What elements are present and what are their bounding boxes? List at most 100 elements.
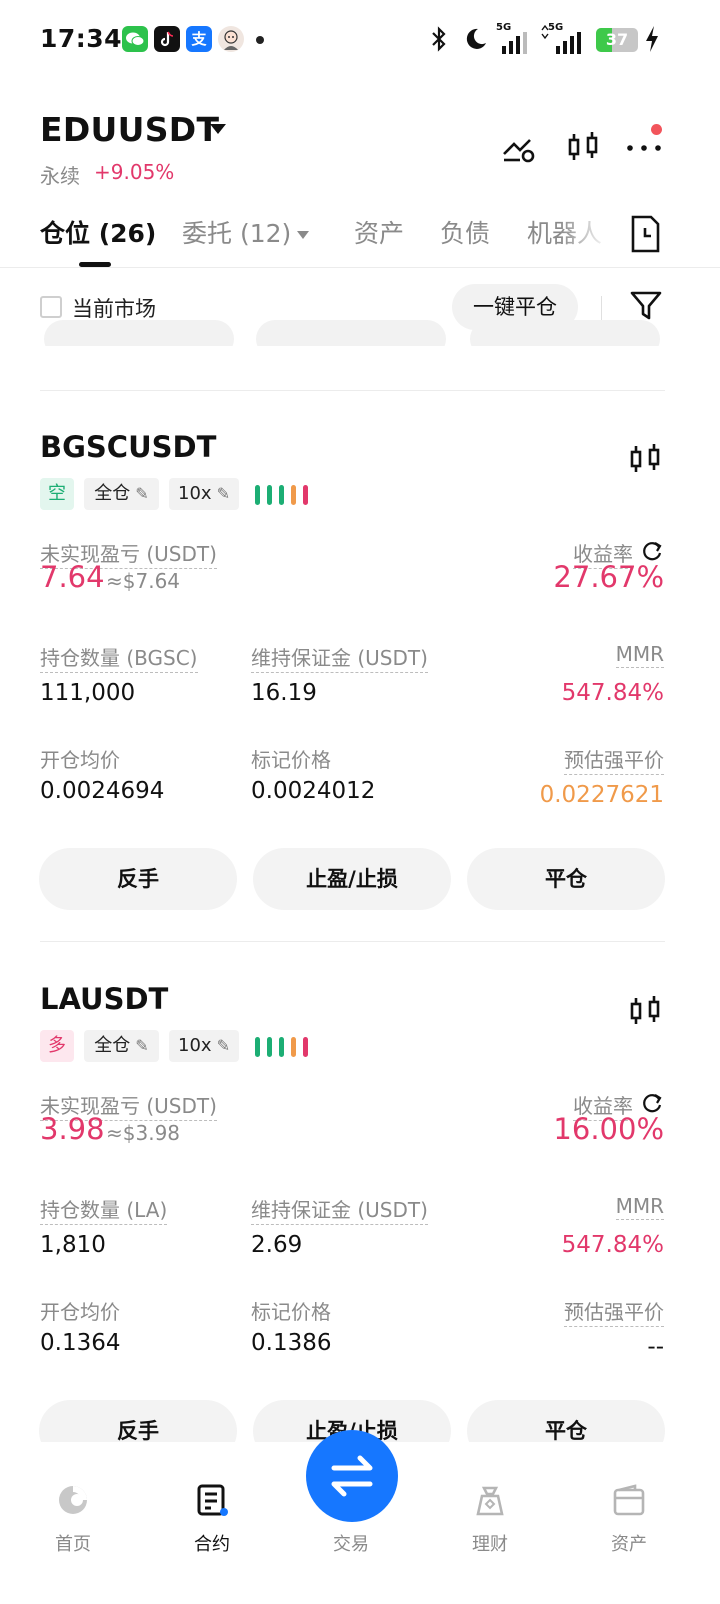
wallet-icon [613,1484,645,1516]
tab-assets[interactable]: 资产 [354,214,404,250]
tpsl-button[interactable]: 止盈/止损 [253,848,451,910]
liq-price-value: 0.0227621 [539,782,664,808]
charging-icon [646,26,658,52]
pnl-value: 7.64 [40,560,105,594]
status-time: 17:34 [40,24,123,53]
share-icon[interactable] [642,1092,664,1114]
roe-value: 27.67% [553,560,664,594]
earn-icon [476,1486,504,1516]
contract-icon [197,1484,228,1516]
risk-bar [267,485,272,505]
liq-price-label[interactable]: 预估强平价 [564,1296,664,1327]
pair-title[interactable]: EDUUSDT [40,110,219,149]
risk-bar [255,485,260,505]
liq-price-label[interactable]: 预估强平价 [564,744,664,775]
leverage-badge[interactable]: 10x ✎ [169,1030,239,1062]
risk-bar [267,1037,272,1057]
trend-settings-icon[interactable] [500,128,540,168]
qty-label[interactable]: 持仓数量 (LA) [40,1194,168,1225]
tab-bar: 仓位 (26) 委托 (12) 资产 负债 机器人 [0,210,720,268]
notification-badge [651,124,662,135]
card-divider [40,390,665,391]
position-card: LAUSDT 多 全仓 ✎ 10x ✎ 未实现盈亏 (USDT) 3.98 ≈$3.… [0,982,720,1482]
mark-price-label: 标记价格 [251,748,331,772]
leverage-badge[interactable]: 10x ✎ [169,478,239,510]
margin-label[interactable]: 维持保证金 (USDT) [251,642,428,673]
margin-mode-badge[interactable]: 全仓 ✎ [84,1030,159,1062]
nav-trade-label: 交易 [333,1534,369,1555]
nav-assets[interactable]: 资产 [589,1482,669,1556]
position-symbol[interactable]: BGSCUSDT [40,430,216,464]
edit-icon: ✎ [216,484,230,503]
moon-icon [466,28,486,49]
margin-label[interactable]: 维持保证金 (USDT) [251,1194,428,1225]
reverse-button[interactable]: 反手 [39,848,237,910]
risk-bar [255,1037,260,1057]
risk-bar [291,1037,296,1057]
bluetooth-icon [432,26,446,52]
pnl-value: 3.98 [40,1112,105,1146]
mmr-value: 547.84% [561,680,664,706]
nav-contract[interactable]: 合约 [172,1482,252,1556]
history-icon[interactable] [628,214,662,254]
tab-fade [560,210,620,264]
candlestick-chart-icon[interactable] [626,992,666,1032]
position-card: BGSCUSDT 空 全仓 ✎ 10x ✎ 未实现盈亏 (USDT) 7.64 ≈$… [0,430,720,930]
edit-icon: ✎ [135,484,149,503]
entry-price-value: 0.0024694 [40,778,165,804]
divider [601,296,602,320]
current-market-checkbox[interactable] [40,296,62,318]
mmr-label[interactable]: MMR [615,1194,664,1220]
mmr-value: 547.84% [561,1232,664,1258]
candlestick-chart-icon[interactable] [564,128,604,168]
margin-mode-badge[interactable]: 全仓 ✎ [84,478,159,510]
battery-indicator: 37 [596,28,638,52]
entry-price-value: 0.1364 [40,1330,121,1356]
chevron-down-icon [297,231,310,239]
tab-liabilities[interactable]: 负债 [440,214,490,250]
risk-bar [291,485,296,505]
position-symbol[interactable]: LAUSDT [40,982,168,1016]
contract-type: 永续 [40,164,80,188]
signal-2: 5G [540,22,586,54]
risk-bar [303,1037,308,1057]
mark-price-value: 0.1386 [251,1330,332,1356]
battery-level: 37 [605,30,629,49]
alipay-icon: 支 [186,26,212,52]
pair-dropdown-caret[interactable] [210,124,226,134]
tab-positions[interactable]: 仓位 (26) [40,214,156,250]
nav-earn[interactable]: 理财 [450,1482,530,1556]
mmr-label[interactable]: MMR [615,642,664,668]
pnl-usd: ≈$7.64 [106,569,181,593]
home-icon [59,1486,87,1514]
active-tab-indicator [79,262,111,267]
price-change: +9.05% [94,160,175,184]
edit-icon: ✎ [216,1036,230,1055]
filter-icon[interactable] [628,288,664,324]
qty-label[interactable]: 持仓数量 (BGSC) [40,642,198,673]
avatar-icon [218,26,244,52]
tab-orders[interactable]: 委托 (12) [182,214,310,250]
side-badge: 空 [40,478,74,510]
tiktok-icon [154,26,180,52]
risk-bar [303,485,308,505]
liq-price-value: -- [647,1334,664,1360]
mark-price-value: 0.0024012 [251,778,376,804]
margin-value: 2.69 [251,1232,303,1258]
candlestick-chart-icon[interactable] [626,440,666,480]
entry-price-label: 开仓均价 [40,1300,120,1324]
risk-bar [279,485,284,505]
card-divider [40,941,665,942]
current-market-label: 当前市场 [72,297,156,321]
mark-price-label: 标记价格 [251,1300,331,1324]
pnl-usd: ≈$3.98 [106,1121,181,1145]
status-bar: 17:34 支 5G 5G 37 [0,0,720,84]
edit-icon: ✎ [135,1036,149,1055]
share-icon[interactable] [642,540,664,562]
qty-value: 111,000 [40,680,136,706]
close-position-button[interactable]: 平仓 [467,848,665,910]
nav-home[interactable]: 首页 [33,1482,113,1556]
entry-price-label: 开仓均价 [40,748,120,772]
trade-fab[interactable] [306,1430,398,1522]
scroll-clip [0,346,720,360]
